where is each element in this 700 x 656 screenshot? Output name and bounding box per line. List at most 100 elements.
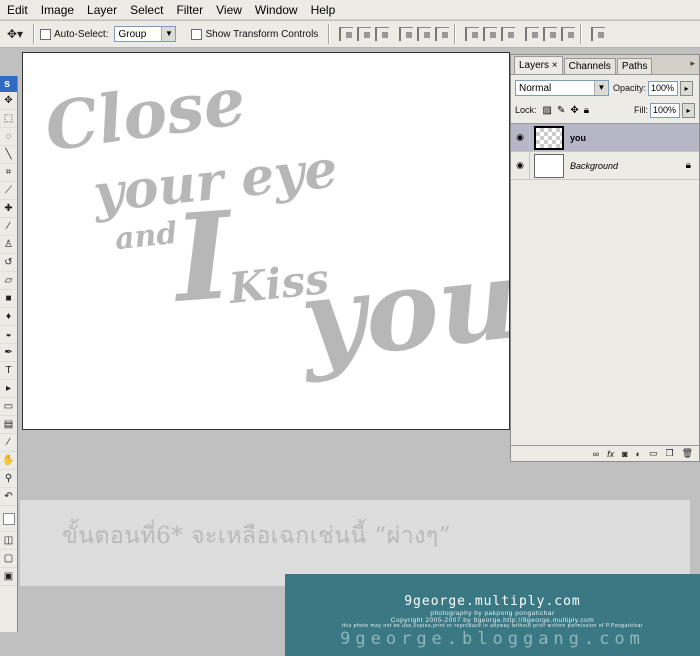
layer-row-background[interactable]: ◉ Background 🔒︎ [511,151,699,180]
healing-brush-icon[interactable]: ✚ [0,200,17,218]
fx-icon[interactable]: fx [607,449,614,459]
menu-bar: Edit Image Layer Select Filter View Wind… [0,0,700,20]
layer-name: Background [570,160,619,171]
fill-slider-arrow-icon[interactable]: ▸ [682,102,695,118]
distribute-buttons [465,27,576,41]
tab-layers-label: Layers [519,60,550,71]
auto-select-label: Auto-Select: [54,28,109,40]
slice-tool-icon[interactable]: ⟋ [0,182,17,200]
eyedropper-icon[interactable]: ⁄ [0,434,17,452]
credit-big: 9george.bloggang.com [340,629,645,649]
credit-site: 9george.multiply.com [404,594,581,609]
new-layer-icon[interactable]: ❐ [665,448,673,459]
move-tool-preset-icon[interactable]: ✥▾ [2,23,28,45]
menu-select[interactable]: Select [123,0,169,20]
panel-menu-icon[interactable]: ▸ [690,58,695,69]
tab-layers[interactable]: Layers × [514,56,563,74]
auto-select-checkbox[interactable] [40,28,51,40]
opacity-slider-arrow-icon[interactable]: ▸ [680,80,694,96]
eraser-tool-icon[interactable]: ▱ [0,272,17,290]
distribute-left-icon[interactable] [525,27,540,41]
distribute-top-icon[interactable] [465,27,480,41]
foreground-color-swatch[interactable] [0,506,17,532]
type-tool-icon[interactable]: T [0,362,17,380]
tab-close-icon[interactable]: × [552,60,558,71]
menu-view[interactable]: View [209,0,248,20]
caption-text: ขั้นตอนที่6* จะเหลือเฉกเช่นนี้ “ผ่างๆ” [62,523,451,549]
tab-paths[interactable]: Paths [616,58,653,74]
menu-help[interactable]: Help [304,0,342,20]
auto-align-layers-icon[interactable] [591,27,606,41]
history-brush-icon[interactable]: ↺ [0,254,17,272]
lock-row: Lock: ▨ ✎ ✥ 🔒︎ Fill: 100% ▸ [511,99,699,121]
menu-filter[interactable]: Filter [169,0,209,20]
eye-icon[interactable]: ◉ [511,132,529,143]
fill-label: Fill: [634,105,648,115]
path-selection-icon[interactable]: ▸ [0,380,17,398]
align-top-icon[interactable] [339,27,354,41]
shape-tool-icon[interactable]: ▭ [0,398,17,416]
quick-mask-icon[interactable]: ◫ [0,532,17,550]
distribute-right-icon[interactable] [561,27,576,41]
distribute-vcenter-icon[interactable] [483,27,498,41]
fill-input[interactable]: 100% [650,102,680,118]
transform-controls-checkbox[interactable] [191,28,203,40]
group-icon[interactable]: ▭ [649,448,658,459]
auto-select-dropdown[interactable]: Group ▼ [114,26,177,42]
lock-image-icon[interactable]: ✎ [557,105,565,116]
align-bottom-icon[interactable] [375,27,390,41]
align-hcenter-icon[interactable] [417,27,432,41]
adjustment-icon[interactable]: ◐ [636,449,641,459]
layer-row-you[interactable]: ◉ you [511,123,699,152]
align-right-icon[interactable] [435,27,450,41]
distribute-hcenter-icon[interactable] [543,27,558,41]
toolbox: s ✥ ⬚ ◌ ╲ ⌗ ⟋ ✚ ⁄ ♙ ↺ ▱ ■ ♦ ◒ ✒ T ▸ ▭ ▤ … [0,76,18,632]
menu-layer[interactable]: Layer [80,0,123,20]
layer-list: ◉ you ◉ Background 🔒︎ [511,123,699,180]
clone-stamp-icon[interactable]: ♙ [0,236,17,254]
marquee-tool-icon[interactable]: ⬚ [0,110,17,128]
mask-icon[interactable]: ◙ [622,449,627,459]
brush-tool-icon[interactable]: ⁄ [0,218,17,236]
opacity-input[interactable]: 100% [648,80,679,96]
zoom-tool-icon[interactable]: ⚲ [0,470,17,488]
divider [580,24,583,44]
eye-icon[interactable]: ◉ [511,160,529,171]
distribute-bottom-icon[interactable] [501,27,516,41]
move-tool-icon[interactable]: ✥ [0,92,17,110]
blur-tool-icon[interactable]: ♦ [0,308,17,326]
lock-label: Lock: [515,105,537,115]
swap-colors-icon[interactable]: ↶ [0,488,17,506]
toolbox-title: s [0,76,17,92]
menu-image[interactable]: Image [34,0,80,20]
document-canvas[interactable]: Close your eye and I Kiss you [22,52,510,430]
dodge-tool-icon[interactable]: ◒ [0,326,17,344]
hand-tool-icon[interactable]: ✋ [0,452,17,470]
crop-tool-icon[interactable]: ⌗ [0,164,17,182]
lasso-tool-icon[interactable]: ◌ [0,128,17,146]
align-vcenter-icon[interactable] [357,27,372,41]
screen-mode-icon[interactable]: ▢ [0,550,17,568]
jump-to-imageready-icon[interactable]: ▣ [0,568,17,586]
magic-wand-icon[interactable]: ╲ [0,146,17,164]
lock-all-icon[interactable]: 🔒︎ [584,105,589,116]
divider [454,24,457,44]
layers-panel-footer: ∞ fx ◙ ◐ ▭ ❐ 🗑︎ [511,445,699,461]
trash-icon[interactable]: 🗑︎ [682,448,693,459]
align-buttons [339,27,450,41]
blend-mode-dropdown[interactable]: Normal ▼ [515,80,609,96]
align-left-icon[interactable] [399,27,414,41]
gradient-tool-icon[interactable]: ■ [0,290,17,308]
link-icon[interactable]: ∞ [593,449,599,459]
menu-edit[interactable]: Edit [0,0,34,20]
tab-channels[interactable]: Channels [563,58,616,74]
auto-align-buttons [591,27,606,41]
pen-tool-icon[interactable]: ✒ [0,344,17,362]
menu-window[interactable]: Window [248,0,304,20]
lock-position-icon[interactable]: ✥ [570,105,578,116]
notes-tool-icon[interactable]: ▤ [0,416,17,434]
lock-icon: 🔒︎ [685,160,691,171]
auto-select-value: Group [118,28,147,40]
lock-transparency-icon[interactable]: ▨ [543,105,552,116]
chevron-down-icon: ▼ [161,27,176,41]
